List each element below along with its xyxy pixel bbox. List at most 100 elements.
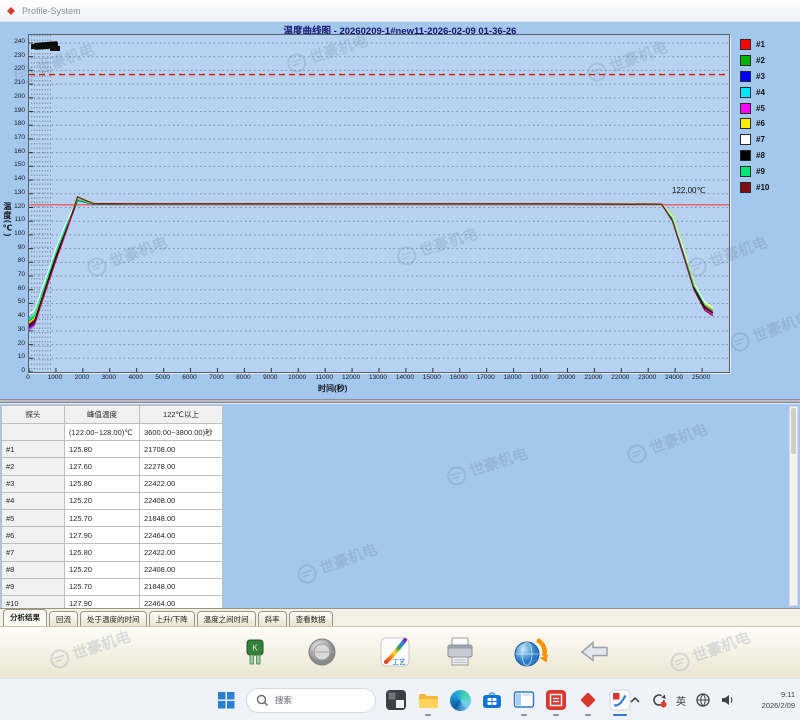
tab-查看数据[interactable]: 查看数据 — [289, 611, 333, 626]
taskbar-clock[interactable]: 9:11 2026/2/09 — [762, 679, 795, 720]
table-row[interactable]: #3125.8022422.00 — [2, 475, 223, 492]
table-cell: 21848.00 — [140, 578, 223, 595]
column-header: 122℃以上 — [140, 406, 223, 424]
x-tick-label: 20000 — [552, 374, 580, 381]
print-button[interactable] — [442, 634, 478, 672]
legend-item[interactable]: #4 — [740, 84, 769, 100]
y-tick-label: 40 — [1, 312, 25, 319]
table-row[interactable]: #2127.6022278.00 — [2, 458, 223, 475]
x-axis-title: 时间(秒) — [318, 383, 347, 394]
y-tick-label: 160 — [1, 148, 25, 155]
y-tick-label: 10 — [1, 353, 25, 360]
red-app-button[interactable] — [544, 682, 568, 718]
x-tick-label: 21000 — [579, 374, 607, 381]
web-sync-icon — [512, 635, 548, 671]
windows-start-icon — [218, 692, 235, 709]
window-app-icon — [513, 689, 535, 711]
legend-label: #10 — [756, 183, 769, 192]
profile-system-taskbar-button[interactable] — [576, 682, 600, 718]
tab-分析结果[interactable]: 分析结果 — [3, 609, 47, 626]
volume-icon[interactable] — [720, 692, 736, 708]
table-cell: 125.20 — [65, 492, 140, 509]
sync-alert-icon[interactable] — [651, 692, 667, 708]
x-tick-label: 15000 — [418, 374, 446, 381]
legend-item[interactable]: #9 — [740, 163, 769, 179]
web-sync-button[interactable] — [512, 634, 548, 672]
y-tick-label: 110 — [1, 216, 25, 223]
y-tick-label: 220 — [1, 65, 25, 72]
x-tick-label: 13000 — [364, 374, 392, 381]
overlapped-series-labels — [31, 44, 38, 49]
legend-color-swatch — [740, 166, 751, 177]
x-tick-label: 0 — [14, 374, 42, 381]
x-tick-label: 14000 — [391, 374, 419, 381]
search-box[interactable]: 搜索 — [246, 688, 376, 713]
y-tick-label: 50 — [1, 298, 25, 305]
table-row[interactable]: #1125.8021708.00 — [2, 441, 223, 458]
legend-item[interactable]: #7 — [740, 132, 769, 148]
thermocouple-connector-button[interactable]: K — [237, 634, 273, 672]
results-table: 探头峰值温度122℃以上(122.00~128.00)℃3600.00~3800… — [1, 405, 223, 613]
scrollbar-thumb[interactable] — [791, 408, 796, 454]
table-cell: 125.80 — [65, 475, 140, 492]
tab-温度之间时间[interactable]: 温度之间时间 — [197, 611, 256, 626]
table-cell: #9 — [2, 578, 65, 595]
series-line-#8 — [29, 200, 713, 325]
legend-item[interactable]: #1 — [740, 37, 769, 53]
y-tick-label: 180 — [1, 120, 25, 127]
vertical-scrollbar[interactable] — [789, 406, 798, 606]
medal-button[interactable] — [304, 634, 340, 672]
start-button[interactable] — [214, 682, 238, 718]
legend-item[interactable]: #10 — [740, 179, 769, 195]
back-button[interactable] — [577, 634, 613, 672]
table-cell: 125.20 — [65, 561, 140, 578]
running-indicator — [553, 714, 559, 717]
table-row[interactable]: #8125.2022408.00 — [2, 561, 223, 578]
process-edit-button[interactable]: 工艺 — [377, 634, 413, 672]
range-cell: (122.00~128.00)℃ — [65, 424, 140, 441]
task-view-button[interactable] — [384, 682, 408, 718]
windows-taskbar: 搜索 — [0, 678, 800, 720]
legend-item[interactable]: #5 — [740, 100, 769, 116]
tray-chevron-icon[interactable] — [628, 693, 642, 707]
range-cell — [2, 424, 65, 441]
back-arrow-icon — [577, 635, 613, 671]
running-indicator — [521, 714, 527, 717]
x-tick-label: 8000 — [229, 374, 257, 381]
edge-browser-button[interactable] — [448, 682, 472, 718]
table-cell: 21848.00 — [140, 509, 223, 526]
legend-item[interactable]: #8 — [740, 148, 769, 164]
tab-斜率[interactable]: 斜率 — [258, 611, 287, 626]
running-indicator — [585, 714, 591, 717]
ime-globe-icon[interactable] — [695, 692, 711, 708]
table-row[interactable]: #4125.2022408.00 — [2, 492, 223, 509]
title-bar: Profile-System — [0, 0, 800, 22]
legend-item[interactable]: #3 — [740, 69, 769, 85]
store-button[interactable] — [480, 682, 504, 718]
tab-上升/下降[interactable]: 上升/下降 — [149, 611, 195, 626]
table-cell: 125.80 — [65, 441, 140, 458]
legend-color-swatch — [740, 134, 751, 145]
legend-item[interactable]: #2 — [740, 53, 769, 69]
table-cell: #7 — [2, 544, 65, 561]
plot-area[interactable] — [28, 34, 730, 373]
series-line-#5 — [29, 200, 713, 330]
series-line-#7 — [29, 200, 713, 315]
tab-处于温度的时间[interactable]: 处于温度的时间 — [80, 611, 147, 626]
remote-window-button[interactable] — [512, 682, 536, 718]
table-row[interactable]: #7125.8022422.00 — [2, 544, 223, 561]
legend-item[interactable]: #6 — [740, 116, 769, 132]
table-row[interactable]: #9125.7021848.00 — [2, 578, 223, 595]
y-tick-label: 70 — [1, 271, 25, 278]
table-row[interactable]: #5125.7021848.00 — [2, 509, 223, 526]
table-row[interactable]: #6127.9022464.00 — [2, 527, 223, 544]
y-tick-label: 60 — [1, 285, 25, 292]
tab-回流[interactable]: 回流 — [49, 611, 78, 626]
table-cell: #5 — [2, 509, 65, 526]
x-tick-label: 23000 — [633, 374, 661, 381]
table-cell: 22278.00 — [140, 458, 223, 475]
ime-language-indicator[interactable]: 英 — [676, 693, 686, 708]
file-explorer-button[interactable] — [416, 682, 440, 718]
x-tick-label: 12000 — [337, 374, 365, 381]
table-cell: #1 — [2, 441, 65, 458]
